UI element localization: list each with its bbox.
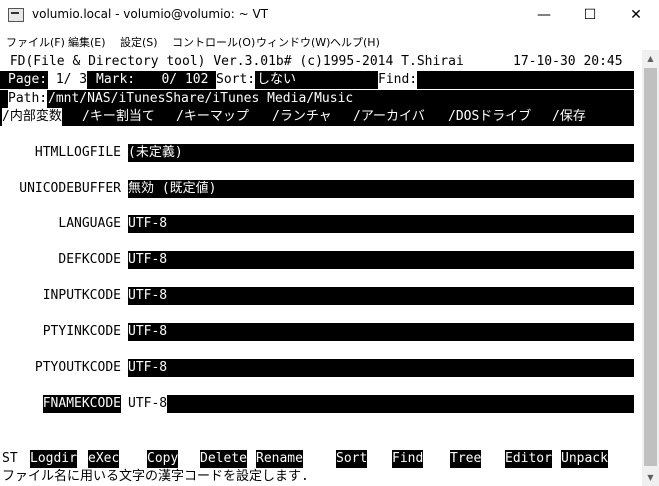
fkey-find[interactable]: Find [392, 450, 424, 468]
terminal-app-icon[interactable] [8, 8, 24, 22]
status-message: ファイル名に用いる文字の漢字コードを設定します. [2, 469, 309, 484]
fkey-rename[interactable]: Rename [256, 450, 303, 468]
var-value-inputkcode[interactable]: UTF-8 [128, 287, 634, 305]
var-value-htmllogfile[interactable]: (未定義) [128, 144, 634, 162]
datetime: 17-10-30 20:45 [513, 54, 623, 69]
terminal-screen[interactable]: FD(File & Directory tool) Ver.3.01b# (c)… [0, 50, 642, 486]
fkey-editor[interactable]: Editor [505, 450, 552, 468]
fkey-tree[interactable]: Tree [450, 450, 482, 468]
var-name-fnamekcode-selected: FNAMEKCODE [42, 395, 121, 413]
fkey-unpack[interactable]: Unpack [561, 450, 608, 468]
maximize-button[interactable]: ☐ [567, 0, 613, 30]
var-value-language[interactable]: UTF-8 [128, 215, 634, 233]
tab-launcher[interactable]: /ランチャ [272, 108, 332, 126]
scroll-up-arrow-icon[interactable]: ▲ [642, 50, 659, 67]
tab-archiver[interactable]: /アーカイバ [353, 108, 425, 126]
var-name-unicodebuffer: UNICODEBUFFER [19, 181, 121, 196]
menu-file[interactable]: ファイル(F) [6, 34, 65, 50]
var-name-inputkcode: INPUTKCODE [42, 288, 121, 303]
var-value-ptyinkcode[interactable]: UTF-8 [128, 323, 634, 341]
var-value-fnamekcode[interactable] [128, 395, 634, 413]
path-label: Path: [8, 90, 48, 108]
var-name-language: LANGUAGE [58, 216, 121, 231]
sort-label: Sort: [216, 71, 256, 89]
var-value-unicodebuffer[interactable]: 無効 (既定値) [128, 180, 634, 198]
var-name-defkcode: DEFKCODE [58, 252, 121, 267]
close-button[interactable]: ✕ [613, 0, 659, 30]
find-label: Find: [378, 71, 418, 89]
tab-keymap[interactable]: /キーマップ [176, 108, 249, 126]
menu-control[interactable]: コントロール(O) [172, 34, 255, 50]
tab-key-binding[interactable]: /キー割当て [82, 108, 155, 126]
scrollbar-thumb[interactable] [644, 68, 657, 466]
var-name-ptyoutkcode: PTYOUTKCODE [34, 360, 121, 375]
minimize-button[interactable]: — [521, 0, 567, 30]
fkey-delete[interactable]: Delete [200, 450, 247, 468]
menu-edit[interactable]: 編集(E) [68, 34, 106, 50]
title-bar: volumio.local - volumio@volumio: ~ VT — … [0, 0, 659, 30]
tab-save[interactable]: /保存 [552, 108, 586, 126]
var-value-ptyoutkcode[interactable]: UTF-8 [128, 359, 634, 377]
menu-window[interactable]: ウィンドウ(W) [256, 34, 330, 50]
fkey-prefix: ST [2, 451, 18, 466]
mark-label: Mark: [96, 71, 136, 89]
menu-settings[interactable]: 設定(S) [120, 34, 158, 50]
tab-dos-drive[interactable]: /DOSドライブ [448, 108, 532, 126]
fkey-logdir[interactable]: Logdir [30, 450, 77, 468]
scroll-down-arrow-icon[interactable]: ▼ [642, 469, 659, 486]
window-title: volumio.local - volumio@volumio: ~ VT [32, 7, 269, 21]
fkey-exec[interactable]: eXec [88, 450, 120, 468]
var-value-defkcode[interactable]: UTF-8 [128, 251, 634, 269]
var-name-ptyinkcode: PTYINKCODE [42, 324, 121, 339]
mark-value: 0/ 102 [138, 71, 209, 89]
menu-bar: ファイル(F) 編集(E) 設定(S) コントロール(O) ウィンドウ(W) ヘ… [0, 30, 659, 50]
program-banner: FD(File & Directory tool) Ver.3.01b# (c)… [2, 54, 464, 69]
page-value: 1/ 3 [48, 71, 88, 89]
tab-internal-vars[interactable]: /内部変数 [2, 108, 62, 126]
menu-help[interactable]: ヘルプ(H) [330, 34, 380, 50]
var-value-fnamekcode-text: UTF-8 [128, 395, 168, 413]
sort-value: しない [257, 71, 297, 89]
var-name-htmllogfile: HTMLLOGFILE [34, 145, 121, 160]
path-value: /mnt/NAS/iTunesShare/iTunes Media/Music [48, 90, 354, 108]
fkey-copy[interactable]: Copy [147, 450, 179, 468]
fkey-sort[interactable]: Sort [336, 450, 368, 468]
vertical-scrollbar[interactable]: ▲ ▼ [642, 50, 659, 486]
page-label: Page: [8, 71, 48, 89]
